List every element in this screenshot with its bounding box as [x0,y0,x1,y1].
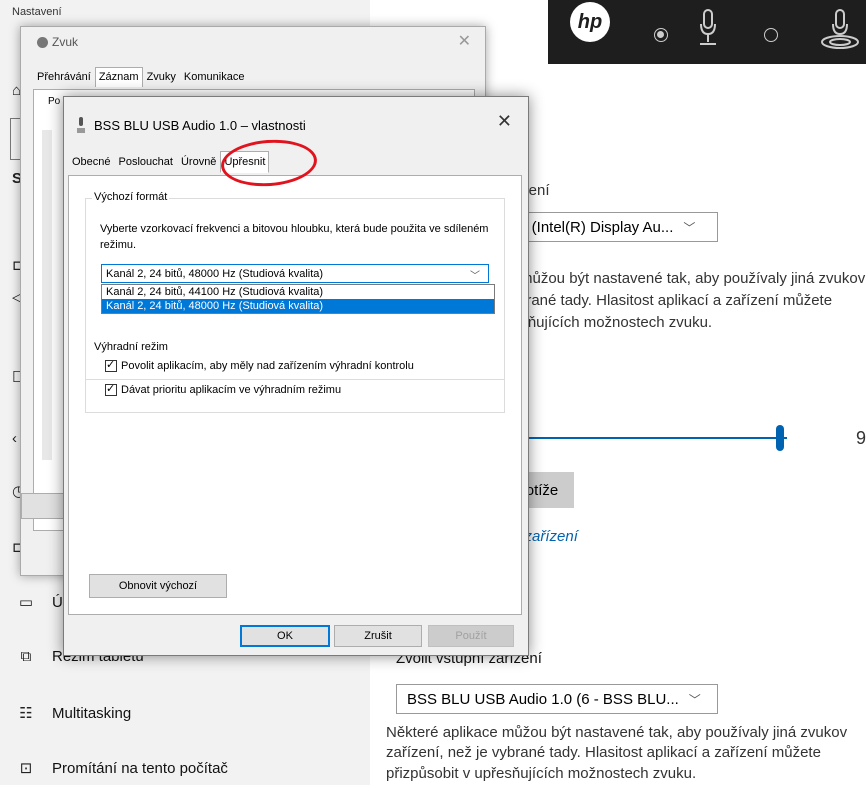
sound-dialog-title: Zvuk [37,35,78,49]
sound-speaker-icon [37,36,48,48]
microphone-beam-icon[interactable] [818,6,862,52]
sidebar-item-multitasking[interactable]: ☷ Multitasking [0,695,370,731]
focus-icon[interactable]: ‹ [12,430,17,447]
output-device-dropdown[interactable]: M (Intel(R) Display Au... ﹀ [506,212,718,242]
tab-levels[interactable]: Úrovně [177,151,220,172]
recording-description: Po [48,96,61,107]
chevron-down-icon: ﹀ [688,692,701,707]
sound-dialog-configure-button[interactable] [21,493,67,519]
output-note-line1: můžou být nastavené tak, aby používaly j… [520,270,866,287]
recording-device-list[interactable] [42,130,52,460]
tablet-mode-icon: ⧉ [20,647,32,665]
default-format-label: Výchozí formát [92,191,170,203]
microphone-icon [77,117,85,133]
format-option-44100[interactable]: Kanál 2, 24 bitů, 44100 Hz (Studiová kva… [102,285,494,299]
input-device-value: BSS BLU USB Audio 1.0 (6 - BSS BLU... [407,690,679,708]
exclusive-control-checkbox[interactable] [105,358,117,372]
volume-slider-thumb[interactable] [776,425,784,451]
hp-logo: hp [570,2,610,42]
exclusive-priority-checkbox[interactable] [105,382,117,396]
output-device-value: M (Intel(R) Display Au... [515,218,674,236]
volume-slider-track[interactable] [515,437,787,439]
settings-window-title: Nastavení [12,6,62,18]
exclusive-mode-label: Výhradní režim [92,341,170,353]
restore-defaults-button[interactable]: Obnovit výchozí [89,574,227,598]
sound-dialog-title-text: Zvuk [52,35,79,49]
restore-defaults-label: Obnovit výchozí [118,580,198,592]
cancel-button-label: Zrušit [364,630,392,642]
multitasking-icon: ☷ [19,705,33,722]
volume-value: 9 [856,428,866,448]
advanced-panel: Výchozí formát Vyberte vzorkovací frekve… [68,175,522,615]
exclusive-mode-group: Výhradní režim [85,341,505,413]
input-note-line1: Některé aplikace můžou být nastavené tak… [386,724,848,741]
tab-listen[interactable]: Poslouchat [115,151,177,172]
properties-dialog-title-text: BSS BLU USB Audio 1.0 – vlastnosti [94,117,306,133]
troubleshoot-button-label: otíže [525,481,559,499]
exclusive-priority-option[interactable]: Dávat prioritu aplikacím ve výhradním re… [105,382,342,396]
tab-general[interactable]: Obecné [68,151,115,172]
apply-button[interactable]: Použít [428,625,514,647]
tab-playback[interactable]: Přehrávání [33,67,95,87]
ok-button[interactable]: OK [240,625,330,647]
output-note-line3: esňujících možnostech zvuku. [512,314,713,331]
ok-button-label: OK [277,630,293,642]
default-format-select[interactable]: Kanál 2, 24 bitů, 48000 Hz (Studiová kva… [101,264,489,283]
default-format-dropdown-list: Kanál 2, 24 bitů, 44100 Hz (Studiová kva… [101,284,495,314]
properties-dialog-close-icon[interactable]: ✕ [497,111,512,132]
exclusive-control-option[interactable]: Povolit aplikacím, aby měly nad zařízení… [105,358,414,372]
input-note-line2: zařízení, než je vybrané tady. Hlasitost… [386,744,821,761]
properties-dialog-title: BSS BLU USB Audio 1.0 – vlastnosti [76,117,306,133]
default-format-description: Vyberte vzorkovací frekvenci a bitovou h… [100,223,489,251]
hp-mode-radio-1[interactable] [654,28,668,42]
tab-recording[interactable]: Záznam [94,67,143,87]
input-note-line3: přizpůsobit v upřesňujících možnostech z… [386,765,697,782]
sound-dialog-tabs: Přehrávání Záznam Zvuky Komunikace [33,67,248,87]
hp-audio-bar: hp [548,0,866,64]
tablet-small-icon: ▭ [18,594,34,611]
apply-button-label: Použít [455,630,487,642]
default-format-selected: Kanál 2, 24 bitů, 48000 Hz (Studiová kva… [106,267,324,280]
projection-icon: ⊡ [19,760,33,777]
microphone-icon[interactable] [696,6,720,52]
chevron-down-icon: ﹀ [683,220,696,235]
chevron-down-icon: ﹀ [470,271,480,282]
format-option-48000[interactable]: Kanál 2, 24 bitů, 48000 Hz (Studiová kva… [102,299,494,313]
tab-sounds[interactable]: Zvuky [143,67,180,87]
exclusive-control-label: Povolit aplikacím, aby měly nad zařízení… [121,360,414,372]
output-note-line2: brané tady. Hlasitost aplikací a zařízen… [518,292,833,309]
cancel-button[interactable]: Zrušit [334,625,422,647]
sidebar-item-label: Promítání na tento počítač [52,759,228,777]
tab-communications[interactable]: Komunikace [180,67,249,87]
sidebar-item-projection[interactable]: ⊡ Promítání na tento počítač [0,750,370,786]
input-device-dropdown[interactable]: BSS BLU USB Audio 1.0 (6 - BSS BLU... ﹀ [396,684,718,714]
exclusive-priority-label: Dávat prioritu aplikacím ve výhradním re… [121,384,342,396]
sidebar-item-label: Ú [52,593,63,611]
hp-mode-radio-2[interactable] [764,28,778,42]
sidebar-item-label: Multitasking [52,704,132,722]
sound-dialog-close-icon[interactable]: ✕ [458,31,471,51]
